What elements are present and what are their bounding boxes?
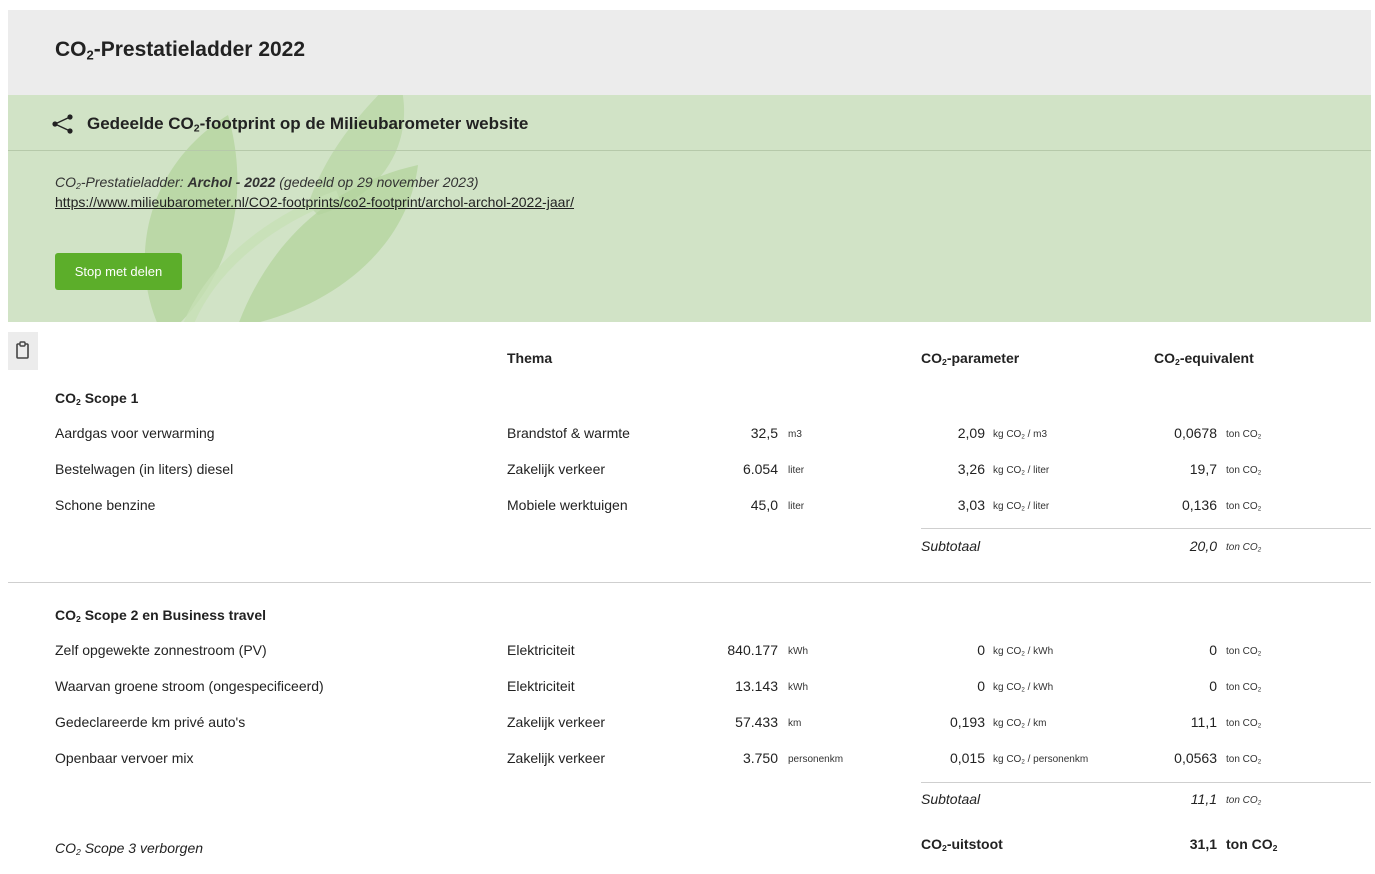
row-name: Bestelwagen (in liters) diesel	[55, 461, 234, 477]
row-equiv: 0	[1209, 678, 1217, 694]
row-unit: liter	[788, 501, 805, 512]
row-thema: Brandstof & warmte	[507, 425, 630, 441]
row-thema: Mobiele werktuigen	[507, 497, 628, 513]
row-param: 0	[977, 678, 985, 694]
row-unit: liter	[788, 465, 805, 476]
row-param: 3,03	[957, 497, 985, 513]
scope2-subtotal-unit: ton CO2	[1226, 795, 1262, 807]
row-equiv-unit: ton CO2	[1226, 501, 1262, 513]
total-unit: ton CO2	[1226, 836, 1278, 854]
row-param: 2,09	[957, 425, 985, 441]
row-amount: 45,0	[750, 497, 778, 513]
row-param-unit: kg CO2 / personenkm	[993, 754, 1089, 766]
total-value: 31,1	[1189, 836, 1217, 852]
scope1-subtotal-value: 20,0	[1189, 538, 1217, 554]
share-title: Gedeelde CO2-footprint op de Milieubarom…	[87, 114, 529, 135]
share-link[interactable]: https://www.milieubarometer.nl/CO2-footp…	[55, 194, 574, 210]
row-thema: Elektriciteit	[507, 642, 575, 658]
clipboard-icon	[16, 341, 29, 359]
row-param: 3,26	[957, 461, 985, 477]
stop-sharing-button[interactable]: Stop met delen	[55, 253, 182, 290]
row-param: 0,015	[949, 750, 985, 766]
section-divider	[8, 582, 1371, 583]
total-label: CO2-uitstoot	[921, 836, 1003, 854]
scope2-title: CO2 Scope 2 en Business travel	[55, 607, 267, 625]
row-unit: km	[788, 718, 802, 729]
row-equiv-unit: ton CO2	[1226, 429, 1262, 441]
column-header-thema: Thema	[507, 350, 553, 366]
row-name: Schone benzine	[55, 497, 156, 513]
page-title: CO2-Prestatieladder 2022	[55, 38, 306, 63]
subtotal-divider	[921, 528, 1371, 529]
scope3-hidden-label: CO2 Scope 3 verborgen	[55, 840, 204, 858]
row-name: Waarvan groene stroom (ongespecificeerd)	[55, 678, 324, 694]
column-header-parameter: CO2-parameter	[921, 350, 1020, 368]
row-amount: 840.177	[727, 642, 778, 658]
scope2-subtotal-value: 11,1	[1190, 791, 1217, 807]
row-name: Aardgas voor verwarming	[55, 425, 215, 441]
scope2-subtotal-label: Subtotaal	[921, 791, 981, 807]
row-amount: 13.143	[735, 678, 778, 694]
row-equiv: 11,1	[1190, 714, 1217, 730]
share-description: CO2-Prestatieladder: Archol - 2022 (gede…	[55, 174, 479, 192]
row-amount: 6.054	[742, 461, 778, 477]
row-equiv-unit: ton CO2	[1226, 646, 1262, 658]
row-equiv-unit: ton CO2	[1226, 718, 1262, 730]
share-header: Gedeelde CO2-footprint op de Milieubarom…	[8, 95, 1371, 151]
scope1-title: CO2 Scope 1	[55, 390, 139, 408]
row-unit: kWh	[788, 646, 808, 657]
row-thema: Elektriciteit	[507, 678, 575, 694]
row-param-unit: kg CO2 / km	[993, 718, 1047, 730]
scope1-subtotal-unit: ton CO2	[1226, 542, 1262, 554]
row-unit: m3	[788, 429, 802, 440]
row-param: 0,193	[949, 714, 985, 730]
row-name: Openbaar vervoer mix	[55, 750, 194, 766]
subtotal-divider	[921, 782, 1371, 783]
row-unit: kWh	[788, 682, 808, 693]
row-thema: Zakelijk verkeer	[507, 750, 606, 766]
row-name: Zelf opgewekte zonnestroom (PV)	[55, 642, 267, 658]
row-param-unit: kg CO2 / m3	[993, 429, 1048, 441]
scope1-subtotal-label: Subtotaal	[921, 538, 981, 554]
row-equiv: 0,0678	[1174, 425, 1217, 441]
row-equiv: 0	[1209, 642, 1217, 658]
row-param-unit: kg CO2 / liter	[993, 465, 1050, 477]
row-param: 0	[977, 642, 985, 658]
page-header: CO2-Prestatieladder 2022	[8, 10, 1371, 95]
row-equiv: 19,7	[1189, 461, 1217, 477]
share-icon	[52, 114, 73, 134]
row-param-unit: kg CO2 / kWh	[993, 646, 1054, 658]
page: CO2-Prestatieladder 2022 Gedeelde CO2-fo…	[8, 10, 1371, 874]
row-unit: personenkm	[788, 754, 844, 765]
row-name: Gedeclareerde km privé auto's	[55, 714, 246, 730]
row-amount: 32,5	[750, 425, 778, 441]
row-equiv: 0,136	[1181, 497, 1217, 513]
copy-button[interactable]	[8, 332, 38, 370]
row-amount: 57.433	[735, 714, 778, 730]
row-thema: Zakelijk verkeer	[507, 714, 606, 730]
row-equiv-unit: ton CO2	[1226, 465, 1262, 477]
row-amount: 3.750	[742, 750, 778, 766]
row-thema: Zakelijk verkeer	[507, 461, 606, 477]
row-equiv: 0,0563	[1174, 750, 1217, 766]
row-param-unit: kg CO2 / liter	[993, 501, 1050, 513]
share-panel: Gedeelde CO2-footprint op de Milieubarom…	[8, 95, 1371, 322]
column-header-equivalent: CO2-equivalent	[1154, 350, 1254, 368]
row-equiv-unit: ton CO2	[1226, 682, 1262, 694]
row-equiv-unit: ton CO2	[1226, 754, 1262, 766]
row-param-unit: kg CO2 / kWh	[993, 682, 1054, 694]
